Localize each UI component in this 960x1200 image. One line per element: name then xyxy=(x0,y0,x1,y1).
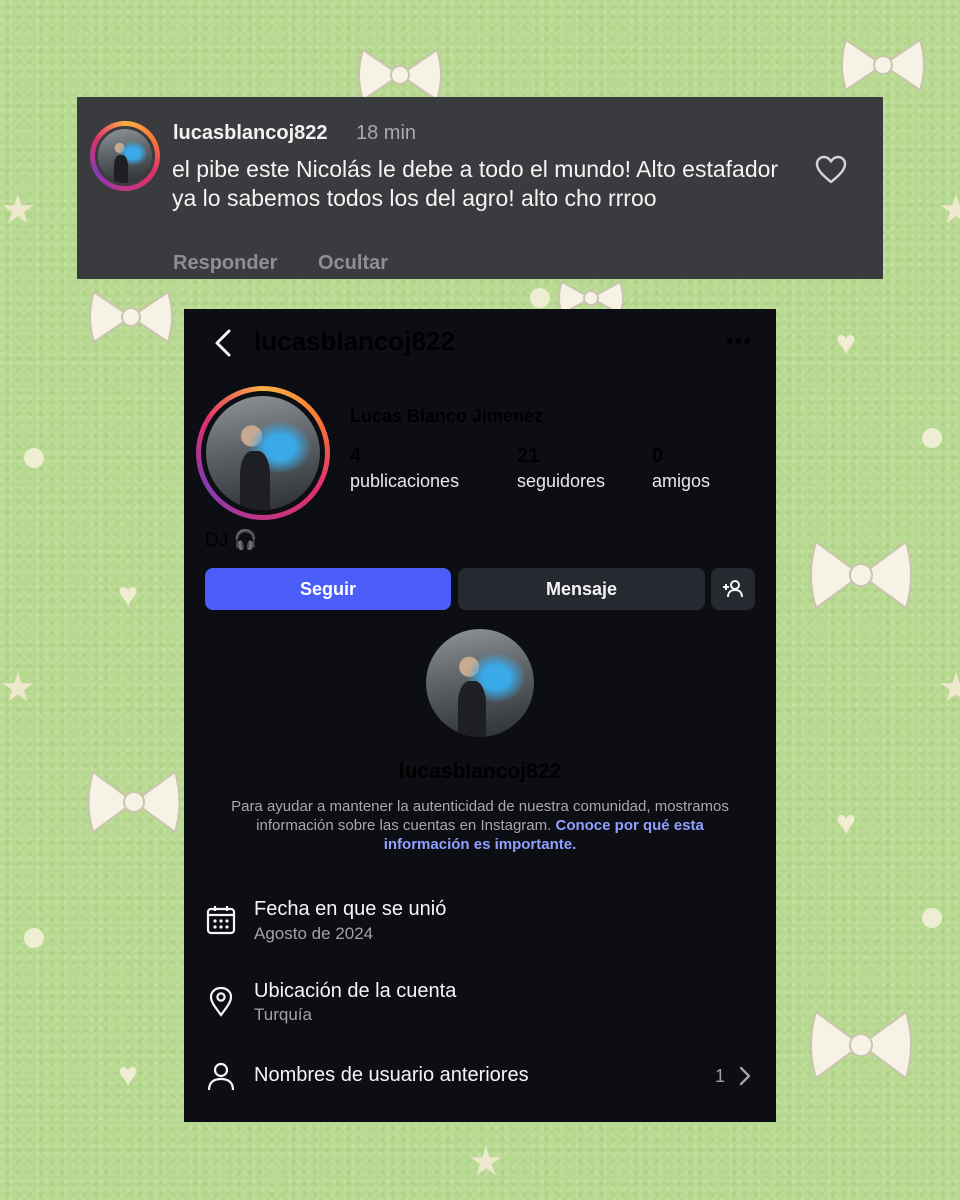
about-avatar xyxy=(426,629,534,737)
polka-dot xyxy=(922,428,942,448)
star-decoration-icon: ★ xyxy=(938,188,960,232)
comment-username[interactable]: lucasblancoj822 xyxy=(173,122,328,145)
account-location-title: Ubicación de la cuenta xyxy=(254,980,457,1002)
about-username: lucasblancoj822 xyxy=(398,760,562,783)
comment-avatar[interactable] xyxy=(90,121,160,191)
heart-outline-icon[interactable] xyxy=(815,155,847,185)
avatar-photo xyxy=(426,629,534,737)
former-usernames-title[interactable]: Nombres de usuario anteriores xyxy=(254,1064,529,1087)
star-decoration-icon: ★ xyxy=(0,188,36,232)
bow-decoration-icon xyxy=(810,1010,912,1080)
stat-value: 21 xyxy=(517,445,540,467)
profile-header-username: lucasblancoj822 xyxy=(254,326,455,356)
stat-label: seguidores xyxy=(517,471,606,491)
hide-button[interactable]: Ocultar xyxy=(318,252,388,275)
chevron-right-icon[interactable] xyxy=(738,1066,752,1086)
stat-friends[interactable]: 0 amigos xyxy=(652,445,710,492)
date-joined-title: Fecha en que se unió xyxy=(254,898,447,920)
stat-posts[interactable]: 4 publicaciones xyxy=(350,445,459,492)
profile-avatar[interactable] xyxy=(196,386,330,520)
polka-dot xyxy=(24,448,44,468)
bow-decoration-icon xyxy=(87,770,181,834)
stat-label: amigos xyxy=(652,471,711,491)
follow-button[interactable]: Seguir xyxy=(205,568,451,610)
profile-full-name: Lucas Blanco Jimenez xyxy=(350,406,544,426)
avatar-photo xyxy=(201,391,325,515)
add-person-icon xyxy=(723,580,743,598)
heart-decoration-icon: ♥ xyxy=(118,1056,139,1094)
location-pin-icon xyxy=(209,986,233,1017)
back-arrow-icon[interactable] xyxy=(212,328,234,358)
comment-text: el pibe este Nicolás le debe a todo el m… xyxy=(172,156,779,211)
star-decoration-icon: ★ xyxy=(468,1140,504,1184)
about-notice: Para ayudar a mantener la autenticidad d… xyxy=(214,797,746,854)
heart-decoration-icon: ♥ xyxy=(118,576,139,614)
stat-followers[interactable]: 21 seguidores xyxy=(517,445,605,492)
polka-dot xyxy=(922,908,942,928)
heart-decoration-icon: ♥ xyxy=(836,804,857,842)
avatar-photo xyxy=(95,126,155,186)
stat-value: 0 xyxy=(652,445,664,467)
polka-dot xyxy=(24,928,44,948)
suggest-people-button[interactable] xyxy=(711,568,755,610)
star-decoration-icon: ★ xyxy=(0,666,36,710)
comment-time: 18 min xyxy=(356,122,417,144)
reply-button[interactable]: Responder xyxy=(173,252,277,275)
heart-decoration-icon: ♥ xyxy=(836,324,857,362)
more-options-icon[interactable]: ••• xyxy=(726,330,752,352)
bow-decoration-icon xyxy=(810,540,912,610)
stat-value: 4 xyxy=(350,445,362,467)
bow-decoration-icon xyxy=(841,38,925,92)
stat-label: publicaciones xyxy=(350,471,460,491)
profile-bio: DJ 🎧 xyxy=(205,530,258,551)
star-decoration-icon: ★ xyxy=(938,666,960,710)
person-icon xyxy=(207,1062,235,1091)
former-usernames-count: 1 xyxy=(715,1066,726,1086)
account-location-value: Turquía xyxy=(254,1005,312,1024)
bow-decoration-icon xyxy=(89,290,173,344)
date-joined-value: Agosto de 2024 xyxy=(254,924,374,943)
polka-dot xyxy=(530,288,550,308)
calendar-icon xyxy=(206,906,236,935)
message-button[interactable]: Mensaje xyxy=(458,568,705,610)
